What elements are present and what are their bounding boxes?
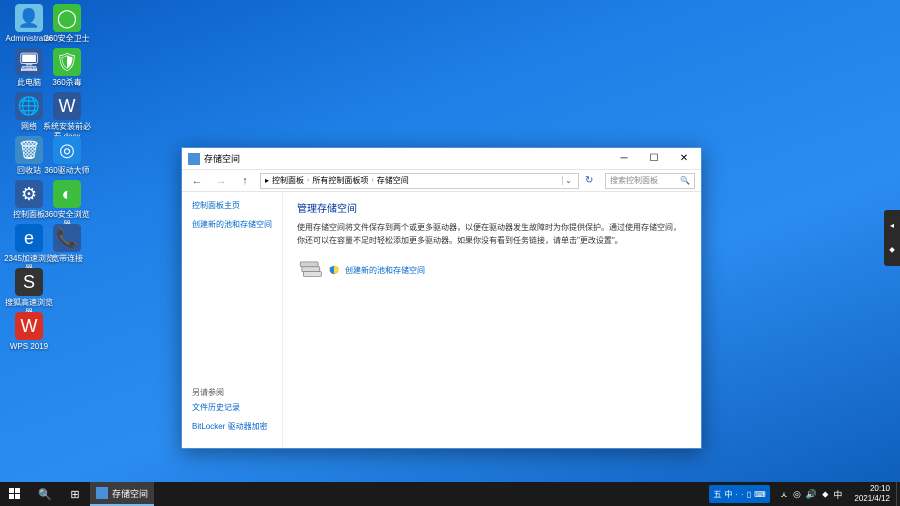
desktop-icon-image: e <box>15 224 43 252</box>
sidebar: 控制面板主页 创建新的池和存储空间 另请参阅 文件历史记录 BitLocker … <box>182 192 282 448</box>
taskbar-item-storage[interactable]: 存储空间 <box>90 482 154 506</box>
tray-expand-icon[interactable]: ㅅ <box>780 488 788 501</box>
desktop-icon-image: W <box>53 92 81 120</box>
desktop-icon-image: 🖥 <box>15 48 43 76</box>
desktop-icon-image: ◎ <box>53 136 81 164</box>
task-view-button[interactable]: ⊞ <box>60 482 90 506</box>
breadcrumb[interactable]: ▸ 控制面板 › 所有控制面板项 › 存储空间 ⌄ <box>260 173 579 189</box>
ime-item[interactable]: · <box>735 490 738 499</box>
desktop-icon-image: 🛡 <box>53 48 81 76</box>
taskbar-item-icon <box>96 487 108 499</box>
gadget-icon: ⬥ <box>889 245 895 255</box>
tray-ime-icon[interactable]: 中 <box>833 488 842 501</box>
search-placeholder: 搜索控制面板 <box>610 175 658 186</box>
tray-volume-icon[interactable]: 🔊 <box>806 489 817 500</box>
desktop-icon-label: WPS 2019 <box>4 342 54 352</box>
side-gadget[interactable]: ◂ ⬥ <box>884 210 900 266</box>
desktop-icon[interactable]: W WPS 2019 <box>4 312 54 352</box>
search-input[interactable]: 搜索控制面板 🔍 <box>605 173 695 189</box>
breadcrumb-item[interactable]: 存储空间 <box>377 175 409 186</box>
desktop-icon[interactable]: 📞 宽带连接 <box>42 224 92 264</box>
taskbar-clock[interactable]: 20:10 2021/4/12 <box>848 484 896 504</box>
close-button[interactable]: ✕ <box>669 149 699 169</box>
breadcrumb-item[interactable]: 控制面板 <box>272 175 304 186</box>
desktop-icon-image: ◐ <box>53 180 81 208</box>
create-pool-link[interactable]: 创建新的池和存储空间 <box>345 265 425 276</box>
desktop-icon[interactable]: ◐360安全浏览器 <box>42 180 92 230</box>
sidebar-link-file-history[interactable]: 文件历史记录 <box>192 402 272 413</box>
sidebar-link-bitlocker[interactable]: BitLocker 驱动器加密 <box>192 421 272 432</box>
desktop-icon-label: 360驱动大师 <box>42 166 92 176</box>
search-icon: 🔍 <box>680 176 690 185</box>
breadcrumb-separator: › <box>307 177 309 184</box>
gadget-icon: ◂ <box>890 221 894 230</box>
desktop-icon-label: 360杀毒 <box>42 78 92 88</box>
minimize-button[interactable]: ─ <box>609 149 639 169</box>
forward-button[interactable]: → <box>212 172 230 190</box>
breadcrumb-root-icon: ▸ <box>265 176 269 185</box>
action-row: 创建新的池和存储空间 <box>297 257 687 283</box>
window-icon <box>188 153 200 165</box>
content-area: 控制面板主页 创建新的池和存储空间 另请参阅 文件历史记录 BitLocker … <box>182 192 701 448</box>
show-desktop-button[interactable] <box>896 482 900 506</box>
desktop-icon-image: ◯ <box>53 4 81 32</box>
sidebar-home-link[interactable]: 控制面板主页 <box>192 200 272 211</box>
desktop-icon-image: S <box>15 268 43 296</box>
desktop-icon-image: 🌐 <box>15 92 43 120</box>
desktop-icon-image: 👤 <box>15 4 43 32</box>
desktop-icon-label: 360安全卫士 <box>42 34 92 44</box>
desktop-icon[interactable]: ◎ 360驱动大师 <box>42 136 92 176</box>
clock-date: 2021/4/12 <box>854 494 890 504</box>
desktop-icon-image: 🗑 <box>15 136 43 164</box>
see-also-heading: 另请参阅 <box>192 387 272 398</box>
tray-icon[interactable]: ◎ <box>793 489 801 500</box>
titlebar: 存储空间 ─ ☐ ✕ <box>182 148 701 170</box>
toolbar: ← → ↑ ▸ 控制面板 › 所有控制面板项 › 存储空间 ⌄ ↻ 搜索控制面板… <box>182 170 701 192</box>
main-heading: 管理存储空间 <box>297 200 687 215</box>
desktop-icon-image: ⚙ <box>15 180 43 208</box>
ime-item[interactable]: ⌨ <box>754 490 766 499</box>
sidebar-create-link[interactable]: 创建新的池和存储空间 <box>192 219 272 230</box>
window-controls: ─ ☐ ✕ <box>609 149 699 169</box>
tray-icon[interactable]: ⬥ <box>822 489 828 500</box>
main-panel: 管理存储空间 使用存储空间将文件保存到两个或更多驱动器，以便在驱动器发生故障时为… <box>282 192 701 448</box>
search-button[interactable]: 🔍 <box>30 482 60 506</box>
desktop-icon[interactable]: ◯ 360安全卫士 <box>42 4 92 44</box>
taskbar-item-label: 存储空间 <box>112 487 148 500</box>
refresh-button[interactable]: ↻ <box>585 175 599 186</box>
breadcrumb-item[interactable]: 所有控制面板项 <box>312 175 368 186</box>
shield-icon <box>329 265 339 275</box>
desktop-icon-image: W <box>15 312 43 340</box>
desktop-icon-label: 宽带连接 <box>42 254 92 264</box>
ime-toolbar[interactable]: 五 中 · · ▯ ⌨ <box>709 485 769 503</box>
drives-icon <box>297 257 323 283</box>
start-button[interactable] <box>0 482 30 506</box>
ime-item[interactable]: 中 <box>724 489 732 500</box>
clock-time: 20:10 <box>854 484 890 494</box>
breadcrumb-separator: › <box>371 177 373 184</box>
taskbar: 🔍 ⊞ 存储空间 五 中 · · ▯ ⌨ ㅅ ◎ 🔊 ⬥ 中 20:10 202… <box>0 482 900 506</box>
ime-item[interactable]: · <box>741 490 744 499</box>
breadcrumb-dropdown[interactable]: ⌄ <box>562 176 574 185</box>
system-tray: ㅅ ◎ 🔊 ⬥ 中 <box>774 488 849 501</box>
main-description: 使用存储空间将文件保存到两个或更多驱动器，以便在驱动器发生故障时为你提供保护。通… <box>297 221 687 247</box>
ime-item[interactable]: ▯ <box>747 490 751 499</box>
back-button[interactable]: ← <box>188 172 206 190</box>
desktop-icon[interactable]: W系统安装前必看.docx <box>42 92 92 142</box>
ime-item[interactable]: 五 <box>713 489 721 500</box>
window-title: 存储空间 <box>204 152 609 165</box>
control-panel-window: 存储空间 ─ ☐ ✕ ← → ↑ ▸ 控制面板 › 所有控制面板项 › 存储空间… <box>181 147 702 449</box>
desktop-icon[interactable]: 🛡 360杀毒 <box>42 48 92 88</box>
maximize-button[interactable]: ☐ <box>639 149 669 169</box>
desktop-icon-image: 📞 <box>53 224 81 252</box>
up-button[interactable]: ↑ <box>236 172 254 190</box>
desktop-icon[interactable]: S搜狐高速浏览器 <box>4 268 54 318</box>
